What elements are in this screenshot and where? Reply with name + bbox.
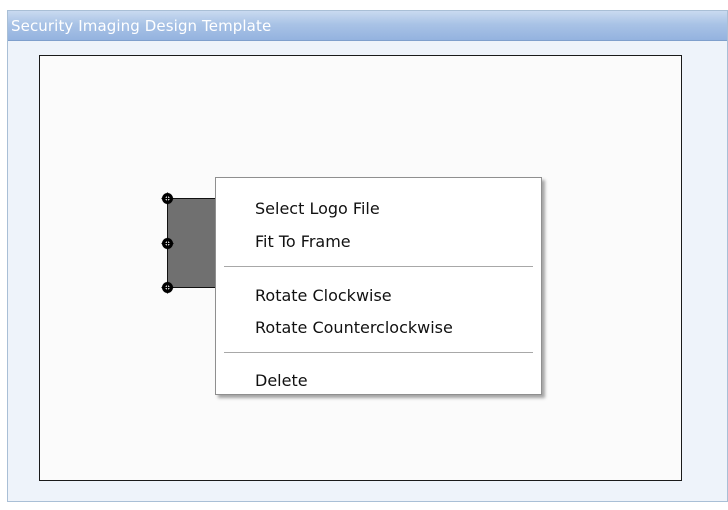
- panel-title: Security Imaging Design Template: [11, 17, 272, 35]
- resize-handle-middle-left[interactable]: [161, 237, 174, 250]
- menu-item-label: Select Logo File: [255, 199, 380, 218]
- menu-item-delete[interactable]: Delete: [219, 366, 538, 396]
- menu-item-select-logo-file[interactable]: Select Logo File: [219, 194, 538, 224]
- panel-header: Security Imaging Design Template: [8, 11, 727, 41]
- menu-item-rotate-clockwise[interactable]: Rotate Clockwise: [219, 281, 538, 311]
- context-menu: Select Logo File Fit To Frame Rotate Clo…: [215, 177, 542, 395]
- menu-item-label: Delete: [255, 371, 308, 390]
- resize-handle-top-left[interactable]: [161, 192, 174, 205]
- menu-separator: [224, 352, 533, 354]
- menu-item-label: Rotate Clockwise: [255, 286, 392, 305]
- menu-separator: [224, 266, 533, 268]
- menu-item-label: Fit To Frame: [255, 232, 351, 251]
- menu-item-fit-to-frame[interactable]: Fit To Frame: [219, 227, 538, 257]
- menu-item-label: Rotate Counterclockwise: [255, 318, 453, 337]
- resize-handle-bottom-left[interactable]: [161, 281, 174, 294]
- menu-item-rotate-counterclockwise[interactable]: Rotate Counterclockwise: [219, 313, 538, 343]
